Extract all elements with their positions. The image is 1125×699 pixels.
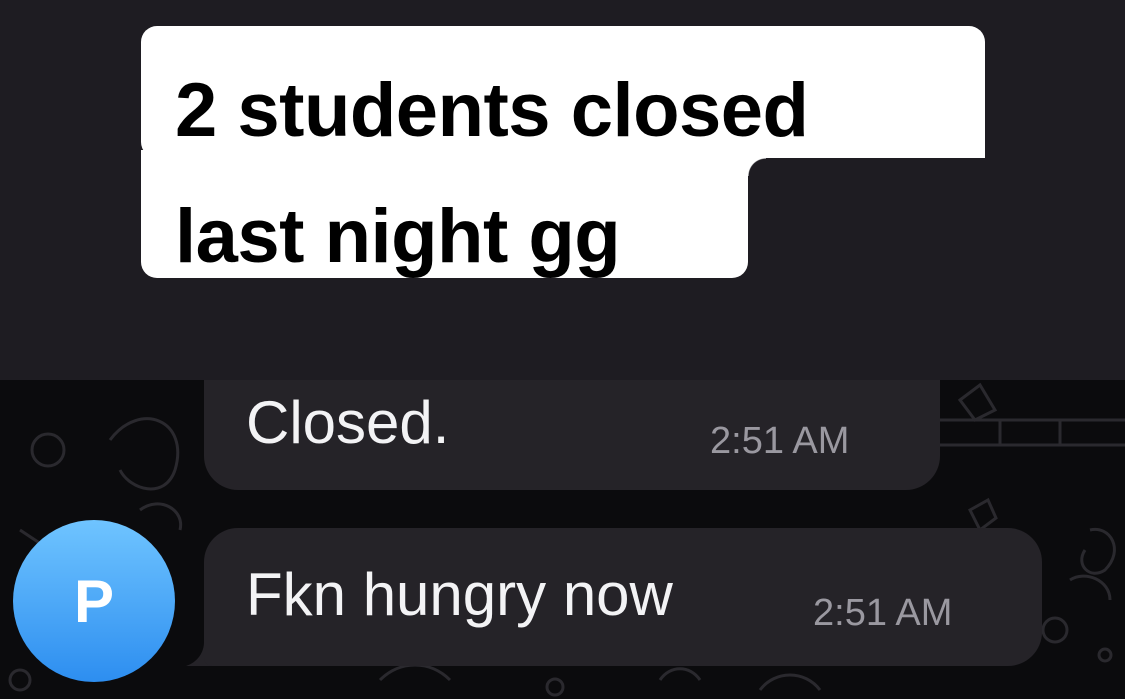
message-text: Fkn hungry now xyxy=(246,561,673,628)
message-bubble[interactable]: Fkn hungry now 2:51 AM xyxy=(204,528,1042,666)
caption-text: 2 students closed last night gg xyxy=(175,48,975,300)
avatar-initial: P xyxy=(73,567,115,635)
chat-view[interactable]: Closed. 2:51 AM Fkn hungry now 2:51 AM P xyxy=(0,380,1125,699)
caption-line2-text: last night gg xyxy=(175,194,621,279)
caption-line1-text: 2 students closed xyxy=(175,68,809,153)
message-timestamp: 2:51 AM xyxy=(813,592,953,634)
message-bubble[interactable]: Closed. 2:51 AM xyxy=(204,380,940,490)
message-text: Closed. xyxy=(246,389,450,456)
caption-banner: 2 students closed last night gg xyxy=(0,0,1125,380)
sender-avatar[interactable]: P xyxy=(13,520,175,682)
message-timestamp: 2:51 AM xyxy=(710,420,850,462)
